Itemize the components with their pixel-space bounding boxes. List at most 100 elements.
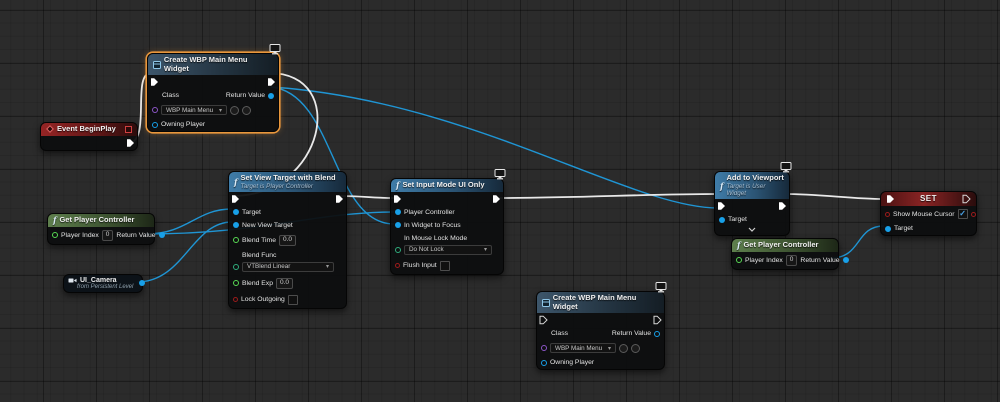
exec-out-pin[interactable] xyxy=(653,315,662,325)
node-header: f Get Player Controller xyxy=(732,239,838,252)
node-header: Create WBP Main Menu Widget xyxy=(148,54,278,76)
monitor-icon xyxy=(494,169,506,180)
exec-in-pin[interactable] xyxy=(231,194,240,204)
function-icon: f xyxy=(396,180,400,191)
blend-exp-pin[interactable] xyxy=(233,280,239,287)
blend-func-select[interactable]: VTBlend Linear ▾ xyxy=(242,261,334,272)
exec-in-pin[interactable] xyxy=(886,194,895,204)
function-icon: f xyxy=(234,176,238,187)
class-pin[interactable] xyxy=(152,107,158,114)
node-set-input-mode-ui-only[interactable]: f Set Input Mode UI Only Player Controll… xyxy=(390,169,506,275)
wire-viewport-to-set xyxy=(782,193,885,200)
node-title: Add to Viewport xyxy=(726,173,784,182)
owning-player-pin[interactable] xyxy=(541,359,547,366)
exec-out-pin[interactable] xyxy=(962,194,971,204)
chevron-down-icon: ▾ xyxy=(607,345,611,352)
node-title: Get Player Controller xyxy=(743,240,819,249)
node-get-player-controller-right[interactable]: f Get Player Controller Player Index 0 R… xyxy=(731,238,849,270)
node-header: Event BeginPlay xyxy=(41,123,137,136)
wire-input-to-viewport xyxy=(496,193,719,199)
lock-outgoing-pin[interactable] xyxy=(233,297,238,303)
return-value-pin[interactable] xyxy=(842,257,849,264)
exec-out-pin[interactable] xyxy=(267,77,276,87)
node-set-show-mouse-cursor[interactable]: SET Show Mouse Cursor ✓ Target xyxy=(880,191,977,236)
owning-player-label: Owning Player xyxy=(161,121,206,129)
camera-output-pin[interactable] xyxy=(139,280,145,286)
event-icon xyxy=(46,125,54,134)
class-pin[interactable] xyxy=(541,345,547,352)
exec-in-pin[interactable] xyxy=(393,194,402,204)
player-index-input[interactable]: 0 xyxy=(101,229,114,241)
use-selected-icon[interactable] xyxy=(230,105,239,115)
player-index-input[interactable]: 0 xyxy=(785,254,798,266)
chevron-down-icon: ▾ xyxy=(325,264,329,271)
exec-out-pin[interactable] xyxy=(778,201,787,211)
browse-icon[interactable] xyxy=(631,343,640,353)
node-subtitle: Target is User Widget xyxy=(726,182,766,197)
expand-chevron-icon[interactable] xyxy=(748,227,756,232)
node-header: f Add to Viewport Target is User Widget xyxy=(715,172,789,200)
return-value-pin[interactable] xyxy=(268,92,274,99)
node-subtitle: from Persistent Level xyxy=(77,284,134,290)
return-value-pin[interactable] xyxy=(654,330,660,337)
node-create-wbp-main-menu-widget-bottom[interactable]: Create WBP Main Menu Widget Class Return… xyxy=(536,282,667,371)
flush-input-pin[interactable] xyxy=(395,263,400,269)
return-value-label: Return Value xyxy=(225,92,265,100)
class-select[interactable]: WBP Main Menu ▾ xyxy=(550,343,616,354)
node-header: f Get Player Controller xyxy=(48,214,154,227)
node-title: SET xyxy=(919,194,938,204)
node-set-view-target-with-blend[interactable]: f Set View Target with Blend Target is P… xyxy=(228,171,347,309)
show-mouse-cursor-checkbox[interactable]: ✓ xyxy=(957,209,968,219)
blend-time-input[interactable]: 0.0 xyxy=(279,234,297,246)
show-mouse-cursor-out-pin[interactable] xyxy=(970,211,976,217)
blend-time-pin[interactable] xyxy=(233,237,239,244)
flush-input-checkbox[interactable] xyxy=(439,260,450,271)
exec-in-pin[interactable] xyxy=(539,315,548,325)
node-add-to-viewport[interactable]: f Add to Viewport Target is User Widget … xyxy=(714,162,792,237)
browse-icon[interactable] xyxy=(242,105,251,115)
exec-out-pin[interactable] xyxy=(335,194,344,204)
exec-out-pin[interactable] xyxy=(492,194,501,204)
node-title: Set Input Mode UI Only xyxy=(402,180,485,189)
function-icon: f xyxy=(737,240,741,251)
node-header: f Set View Target with Blend Target is P… xyxy=(229,172,346,192)
node-get-player-controller-left[interactable]: f Get Player Controller Player Index 0 R… xyxy=(47,213,165,245)
wire-svt-to-input xyxy=(339,195,395,199)
chevron-down-icon: ▾ xyxy=(483,247,487,254)
function-icon: f xyxy=(720,180,724,191)
node-create-wbp-main-menu-widget-top[interactable]: Create WBP Main Menu Widget Class Return… xyxy=(147,44,281,133)
owning-player-pin[interactable] xyxy=(152,121,158,128)
lock-outgoing-checkbox[interactable] xyxy=(287,294,298,305)
delegate-pin[interactable] xyxy=(125,125,132,133)
target-pin[interactable] xyxy=(885,225,891,232)
use-selected-icon[interactable] xyxy=(619,343,628,353)
monitor-icon xyxy=(655,282,667,293)
chevron-down-icon: ▾ xyxy=(218,107,222,114)
exec-in-pin[interactable] xyxy=(150,77,159,87)
in-mouse-lock-mode-select[interactable]: Do Not Lock ▾ xyxy=(404,244,492,255)
blend-func-pin[interactable] xyxy=(233,263,239,270)
blend-exp-input[interactable]: 0.0 xyxy=(275,277,294,289)
node-title: Event BeginPlay xyxy=(57,124,116,133)
camera-icon xyxy=(68,278,77,283)
node-ui-camera[interactable]: UI_Camera from Persistent Level xyxy=(63,274,145,293)
player-controller-pin[interactable] xyxy=(395,209,401,216)
target-pin[interactable] xyxy=(233,209,239,216)
exec-in-pin[interactable] xyxy=(717,201,726,211)
class-select[interactable]: WBP Main Menu ▾ xyxy=(161,105,227,116)
return-value-pin[interactable] xyxy=(158,232,165,239)
exec-out-pin[interactable] xyxy=(126,138,135,148)
in-widget-to-focus-pin[interactable] xyxy=(395,222,401,229)
player-index-pin[interactable] xyxy=(736,257,742,264)
target-pin[interactable] xyxy=(719,216,725,223)
node-event-beginplay[interactable]: Event BeginPlay xyxy=(40,122,138,151)
widget-icon xyxy=(542,298,550,307)
new-view-target-pin[interactable] xyxy=(233,222,239,229)
class-pin-label: Class xyxy=(162,92,179,100)
player-index-label: Player Index xyxy=(61,231,99,239)
player-index-pin[interactable] xyxy=(52,232,58,239)
show-mouse-cursor-pin[interactable] xyxy=(885,211,890,217)
in-mouse-lock-mode-pin[interactable] xyxy=(395,246,401,253)
return-value-label: Return Value xyxy=(116,231,156,239)
node-title: Get Player Controller xyxy=(59,215,135,224)
